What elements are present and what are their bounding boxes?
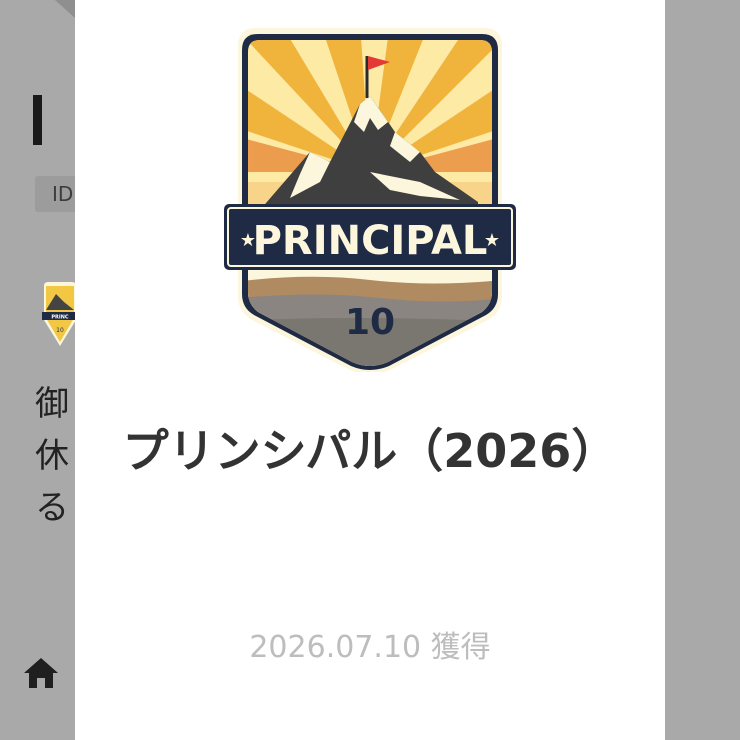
svg-text:★: ★ bbox=[484, 230, 500, 251]
badge-banner-text: PRINCIPAL bbox=[253, 218, 488, 264]
badge-detail-modal: PRINCIPAL ★ ★ 10 プリンシパル（2026） 2026.07.10… bbox=[75, 0, 665, 740]
background-text-line: 御 bbox=[35, 384, 69, 424]
badge-title: プリンシパル（2026） bbox=[122, 424, 618, 478]
svg-text:PRINC: PRINC bbox=[51, 315, 69, 321]
svg-text:10: 10 bbox=[56, 327, 64, 334]
home-icon[interactable] bbox=[22, 656, 60, 690]
badge-acquired-date: 2026.07.10 獲得 bbox=[249, 630, 491, 665]
principal-badge-image: PRINCIPAL ★ ★ 10 bbox=[224, 28, 516, 372]
id-chip-label: ID bbox=[52, 182, 74, 206]
background-text: 御 休 る bbox=[35, 378, 69, 534]
svg-text:★: ★ bbox=[240, 230, 256, 251]
background-text-line: 休 bbox=[35, 436, 69, 476]
badge-thumbnail[interactable]: PRINC 10 bbox=[40, 280, 80, 350]
background-text-line: る bbox=[35, 488, 69, 528]
badge-number: 10 bbox=[345, 302, 395, 343]
heading-accent-bar bbox=[33, 95, 42, 145]
